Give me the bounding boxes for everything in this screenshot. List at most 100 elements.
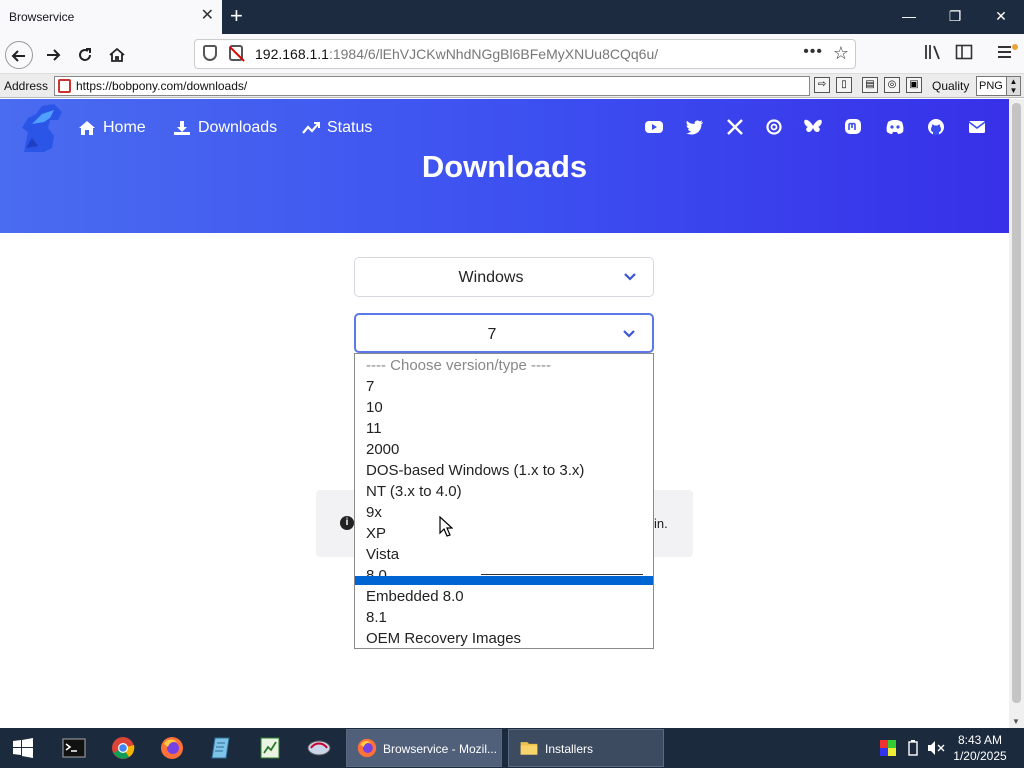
navigation-bar: 192.168.1.1:1984/6/lEhVJCKwNhdNGgBl6BFeM… <box>0 34 1024 74</box>
muted-speaker-icon[interactable] <box>927 740 945 756</box>
dropdown-option[interactable]: 2000 <box>355 439 653 460</box>
github-icon[interactable] <box>925 117 947 137</box>
dropdown-option[interactable]: 8.0 <box>355 565 653 576</box>
nav-home-label: Home <box>103 119 146 136</box>
forward-arrow-icon <box>47 49 61 61</box>
nav-home[interactable]: Home <box>78 119 146 137</box>
menu-icon[interactable] <box>996 43 1018 66</box>
threads-icon[interactable] <box>763 117 785 137</box>
home-button[interactable] <box>103 41 131 69</box>
firefox-icon[interactable] <box>160 736 184 760</box>
sidebar-icon[interactable] <box>955 43 973 66</box>
bookmark-star-icon[interactable]: ☆ <box>833 43 849 64</box>
dropdown-option[interactable]: 7 <box>355 376 653 397</box>
chevron-down-icon <box>623 330 635 338</box>
shield-icon[interactable] <box>203 45 217 61</box>
web-page: Home Downloads Status Downloads Windows … <box>0 99 1009 728</box>
firefox-icon <box>357 738 377 758</box>
dropdown-option[interactable]: ---- Choose version/type ---- <box>355 355 653 376</box>
dropdown-option[interactable]: XP <box>355 523 653 544</box>
tab-title: Browservice <box>9 10 75 24</box>
bookmark-icon[interactable]: ▯ <box>836 77 852 93</box>
taskbar-task-browser[interactable]: Browservice - Mozil... <box>346 729 502 767</box>
task-label: Browservice - Mozil... <box>383 742 498 756</box>
clock-date: 1/20/2025 <box>953 749 1007 763</box>
battery-icon[interactable] <box>906 740 920 756</box>
dropdown-option[interactable]: 8.1 <box>355 607 653 628</box>
bluesky-icon[interactable] <box>802 117 824 137</box>
nav-status[interactable]: Status <box>302 119 372 137</box>
new-tab-button[interactable]: + <box>230 5 243 27</box>
mail-icon[interactable] <box>966 117 988 137</box>
info-icon: i <box>340 516 354 530</box>
scrollbar-thumb[interactable] <box>1012 103 1021 703</box>
version-select[interactable]: 7 <box>354 313 654 353</box>
chrome-icon[interactable] <box>111 736 135 760</box>
discord-icon[interactable] <box>884 117 906 137</box>
dropdown-option[interactable]: OEM Recovery Images <box>355 628 653 648</box>
hero-header: Home Downloads Status Downloads <box>0 99 1009 233</box>
page-actions-button[interactable]: ••• <box>803 43 823 61</box>
quality-select[interactable]: PNG ▲ ▼ <box>976 76 1021 96</box>
go-icon[interactable]: ⇨ <box>814 77 830 93</box>
tab-close-button[interactable]: ✕ <box>201 7 214 25</box>
windows-start-icon[interactable] <box>12 738 34 758</box>
network-tool-icon[interactable] <box>307 736 331 760</box>
color-tray-icon[interactable] <box>880 740 896 756</box>
nav-downloads-label: Downloads <box>198 119 278 136</box>
close-window-button[interactable]: ✕ <box>978 0 1024 34</box>
task-label: Installers <box>545 742 594 756</box>
download-icon <box>174 121 190 135</box>
scroll-down-icon[interactable]: ▼ <box>1012 717 1020 726</box>
back-arrow-icon <box>11 50 25 62</box>
url-bar[interactable]: 192.168.1.1:1984/6/lEhVJCKwNhdNGgBl6BFeM… <box>194 39 856 69</box>
twitter-icon[interactable] <box>684 117 706 137</box>
find-icon[interactable]: ◎ <box>884 77 900 93</box>
save-icon[interactable]: ▤ <box>862 77 878 93</box>
dropdown-option[interactable]: 11 <box>355 418 653 439</box>
alert-text: in. <box>654 516 668 531</box>
version-dropdown-list[interactable]: ---- Choose version/type ---- 7 10 11 20… <box>354 353 654 649</box>
reload-button[interactable] <box>71 41 99 69</box>
browser-tab-bar: Browservice ✕ + — ❐ ✕ <box>0 0 1024 34</box>
clipboard-icon[interactable]: ▣ <box>906 77 922 93</box>
dropdown-option[interactable]: Embedded 8.0 <box>355 586 653 607</box>
folder-icon <box>520 742 538 755</box>
insecure-lock-icon[interactable] <box>229 45 243 61</box>
taskbar-task-installers[interactable]: Installers <box>508 729 664 767</box>
browser-tab[interactable]: Browservice ✕ <box>0 0 222 34</box>
notepad-icon[interactable] <box>209 736 233 760</box>
chevron-down-icon <box>624 273 636 281</box>
dropdown-option[interactable]: DOS-based Windows (1.x to 3.x) <box>355 460 653 481</box>
minimize-button[interactable]: — <box>886 0 932 34</box>
address-input[interactable]: https://bobpony.com/downloads/ <box>54 76 810 96</box>
taskbar: Browservice - Mozil... Installers 8:43 A… <box>0 728 1024 768</box>
back-button[interactable] <box>5 41 33 69</box>
spreadsheet-icon[interactable] <box>258 736 282 760</box>
restore-button[interactable]: ❐ <box>932 0 978 34</box>
quality-value: PNG <box>979 80 1003 92</box>
bobpony-logo[interactable] <box>14 102 66 154</box>
mouse-cursor-icon <box>439 516 453 537</box>
dropdown-option[interactable]: Vista <box>355 544 653 565</box>
taskbar-clock[interactable]: 8:43 AM 1/20/2025 <box>950 732 1010 764</box>
x-icon[interactable] <box>724 117 746 137</box>
url-text[interactable]: 192.168.1.1:1984/6/lEhVJCKwNhdNGgBl6BFeM… <box>255 46 658 62</box>
dropdown-option[interactable]: 10 <box>355 397 653 418</box>
quality-spinner-icon[interactable]: ▲ ▼ <box>1006 77 1020 95</box>
dropdown-option[interactable]: 9x <box>355 502 653 523</box>
library-icon[interactable] <box>924 43 942 66</box>
forward-button[interactable] <box>39 41 67 69</box>
highlighted-option-bar <box>355 576 653 585</box>
os-select[interactable]: Windows <box>354 257 654 297</box>
youtube-icon[interactable] <box>643 117 665 137</box>
nav-downloads[interactable]: Downloads <box>173 119 277 137</box>
dropdown-option[interactable]: NT (3.x to 4.0) <box>355 481 653 502</box>
mastodon-icon[interactable] <box>842 117 864 137</box>
home-icon <box>79 121 95 135</box>
reload-icon <box>79 48 91 61</box>
address-toolbar: Address https://bobpony.com/downloads/ ⇨… <box>0 74 1024 98</box>
home-icon <box>109 47 125 62</box>
terminal-icon[interactable] <box>62 736 86 760</box>
page-scrollbar[interactable]: ▼ <box>1009 99 1024 728</box>
